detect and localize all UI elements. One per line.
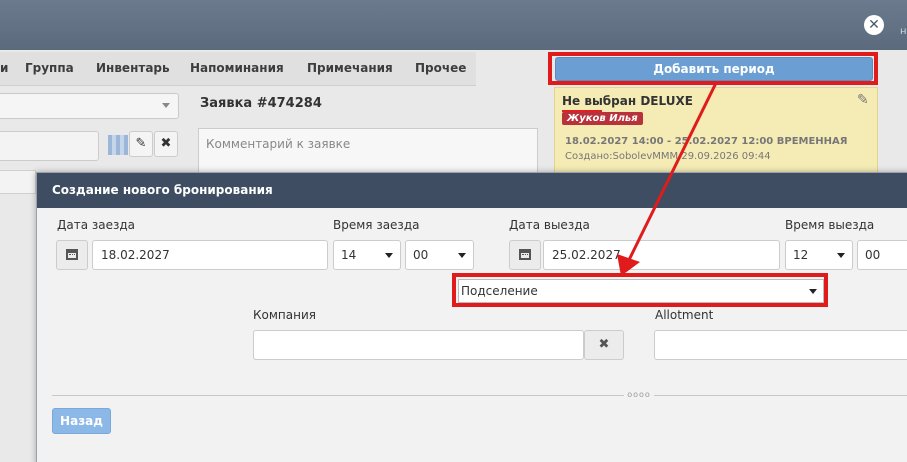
period-card-title: Не выбран DELUXE bbox=[562, 94, 693, 108]
checkin-calendar-button[interactable] bbox=[56, 240, 88, 270]
modal-title: Создание нового бронирования bbox=[52, 183, 273, 197]
checkout-calendar-button[interactable] bbox=[509, 240, 541, 270]
window-titlebar bbox=[0, 0, 907, 50]
tab-other[interactable]: Прочее bbox=[415, 61, 466, 75]
allotment-label: Allotment bbox=[655, 308, 714, 322]
edit-button[interactable]: ✎ bbox=[129, 131, 153, 157]
remove-button[interactable]: ✖ bbox=[154, 131, 178, 157]
tab-notes[interactable]: Примечания bbox=[307, 61, 393, 75]
checkout-minute-value: 00 bbox=[865, 248, 881, 262]
highlight-box-add-period bbox=[548, 52, 878, 85]
chevron-down-icon bbox=[385, 253, 393, 258]
back-button[interactable]: Назад bbox=[52, 408, 111, 434]
checkout-hour-value: 12 bbox=[793, 248, 809, 262]
checkin-date-input[interactable]: 18.02.2027 bbox=[92, 240, 328, 270]
pencil-icon[interactable]: ✎ bbox=[857, 92, 869, 108]
tab-group[interactable]: Группа bbox=[25, 61, 74, 75]
checkin-date-label: Дата заезда bbox=[57, 218, 136, 232]
modal-divider bbox=[52, 395, 907, 396]
checkout-date-label: Дата выезда bbox=[509, 218, 590, 232]
tab-partial[interactable]: и bbox=[0, 61, 8, 75]
tab-reminders[interactable]: Напоминания bbox=[190, 61, 284, 75]
resize-grip[interactable]: oooo bbox=[624, 391, 654, 399]
left-dropdown[interactable] bbox=[0, 93, 179, 119]
checkout-minute-select[interactable]: 00 bbox=[857, 240, 907, 270]
chevron-down-icon bbox=[837, 253, 845, 258]
checkout-time-label: Время выезда bbox=[785, 218, 875, 232]
checkin-time-label: Время заезда bbox=[333, 218, 420, 232]
guest-badge: Жуков Илья bbox=[562, 112, 643, 125]
close-window-button[interactable]: ✕ bbox=[864, 15, 884, 35]
modal-header: Создание нового бронирования bbox=[37, 173, 907, 208]
left-input-field[interactable] bbox=[0, 131, 99, 161]
new-booking-modal: Создание нового бронирования bbox=[36, 172, 907, 462]
comment-placeholder: Комментарий к заявке bbox=[206, 137, 351, 151]
order-title: Заявка #474284 bbox=[200, 96, 322, 111]
tab-inventory[interactable]: Инвентарь bbox=[96, 61, 170, 75]
window-edge-text: но bbox=[900, 26, 907, 37]
left-row bbox=[0, 170, 36, 194]
calendar-icon bbox=[519, 249, 531, 260]
tab-bar: и Группа Инвентарь Напоминания Примечани… bbox=[0, 52, 476, 86]
checkin-hour-value: 14 bbox=[341, 248, 357, 262]
calendar-icon bbox=[66, 249, 78, 260]
period-card[interactable]: Не выбран DELUXE ✎ Жуков Илья 18.02.2027… bbox=[554, 87, 878, 182]
chevron-down-icon bbox=[458, 253, 466, 258]
highlight-box-booking-type bbox=[452, 273, 828, 307]
company-label: Компания bbox=[253, 308, 316, 322]
period-dates: 18.02.2027 14:00 - 25.02.2027 12:00 ВРЕМ… bbox=[565, 136, 848, 147]
avatar bbox=[108, 135, 128, 155]
chevron-down-icon bbox=[162, 103, 170, 108]
company-input[interactable] bbox=[253, 330, 584, 360]
allotment-input[interactable] bbox=[654, 330, 907, 360]
checkin-minute-select[interactable]: 00 bbox=[405, 240, 474, 270]
checkin-hour-select[interactable]: 14 bbox=[333, 240, 401, 270]
checkout-date-input[interactable]: 25.02.2027 bbox=[543, 240, 780, 270]
checkout-hour-select[interactable]: 12 bbox=[785, 240, 853, 270]
period-created: Создано:SobolevMMM 29.09.2026 09:44 bbox=[565, 151, 771, 162]
clear-company-button[interactable]: ✖ bbox=[584, 330, 624, 360]
checkin-minute-value: 00 bbox=[413, 248, 429, 262]
order-comment-textarea[interactable]: Комментарий к заявке bbox=[198, 128, 538, 174]
